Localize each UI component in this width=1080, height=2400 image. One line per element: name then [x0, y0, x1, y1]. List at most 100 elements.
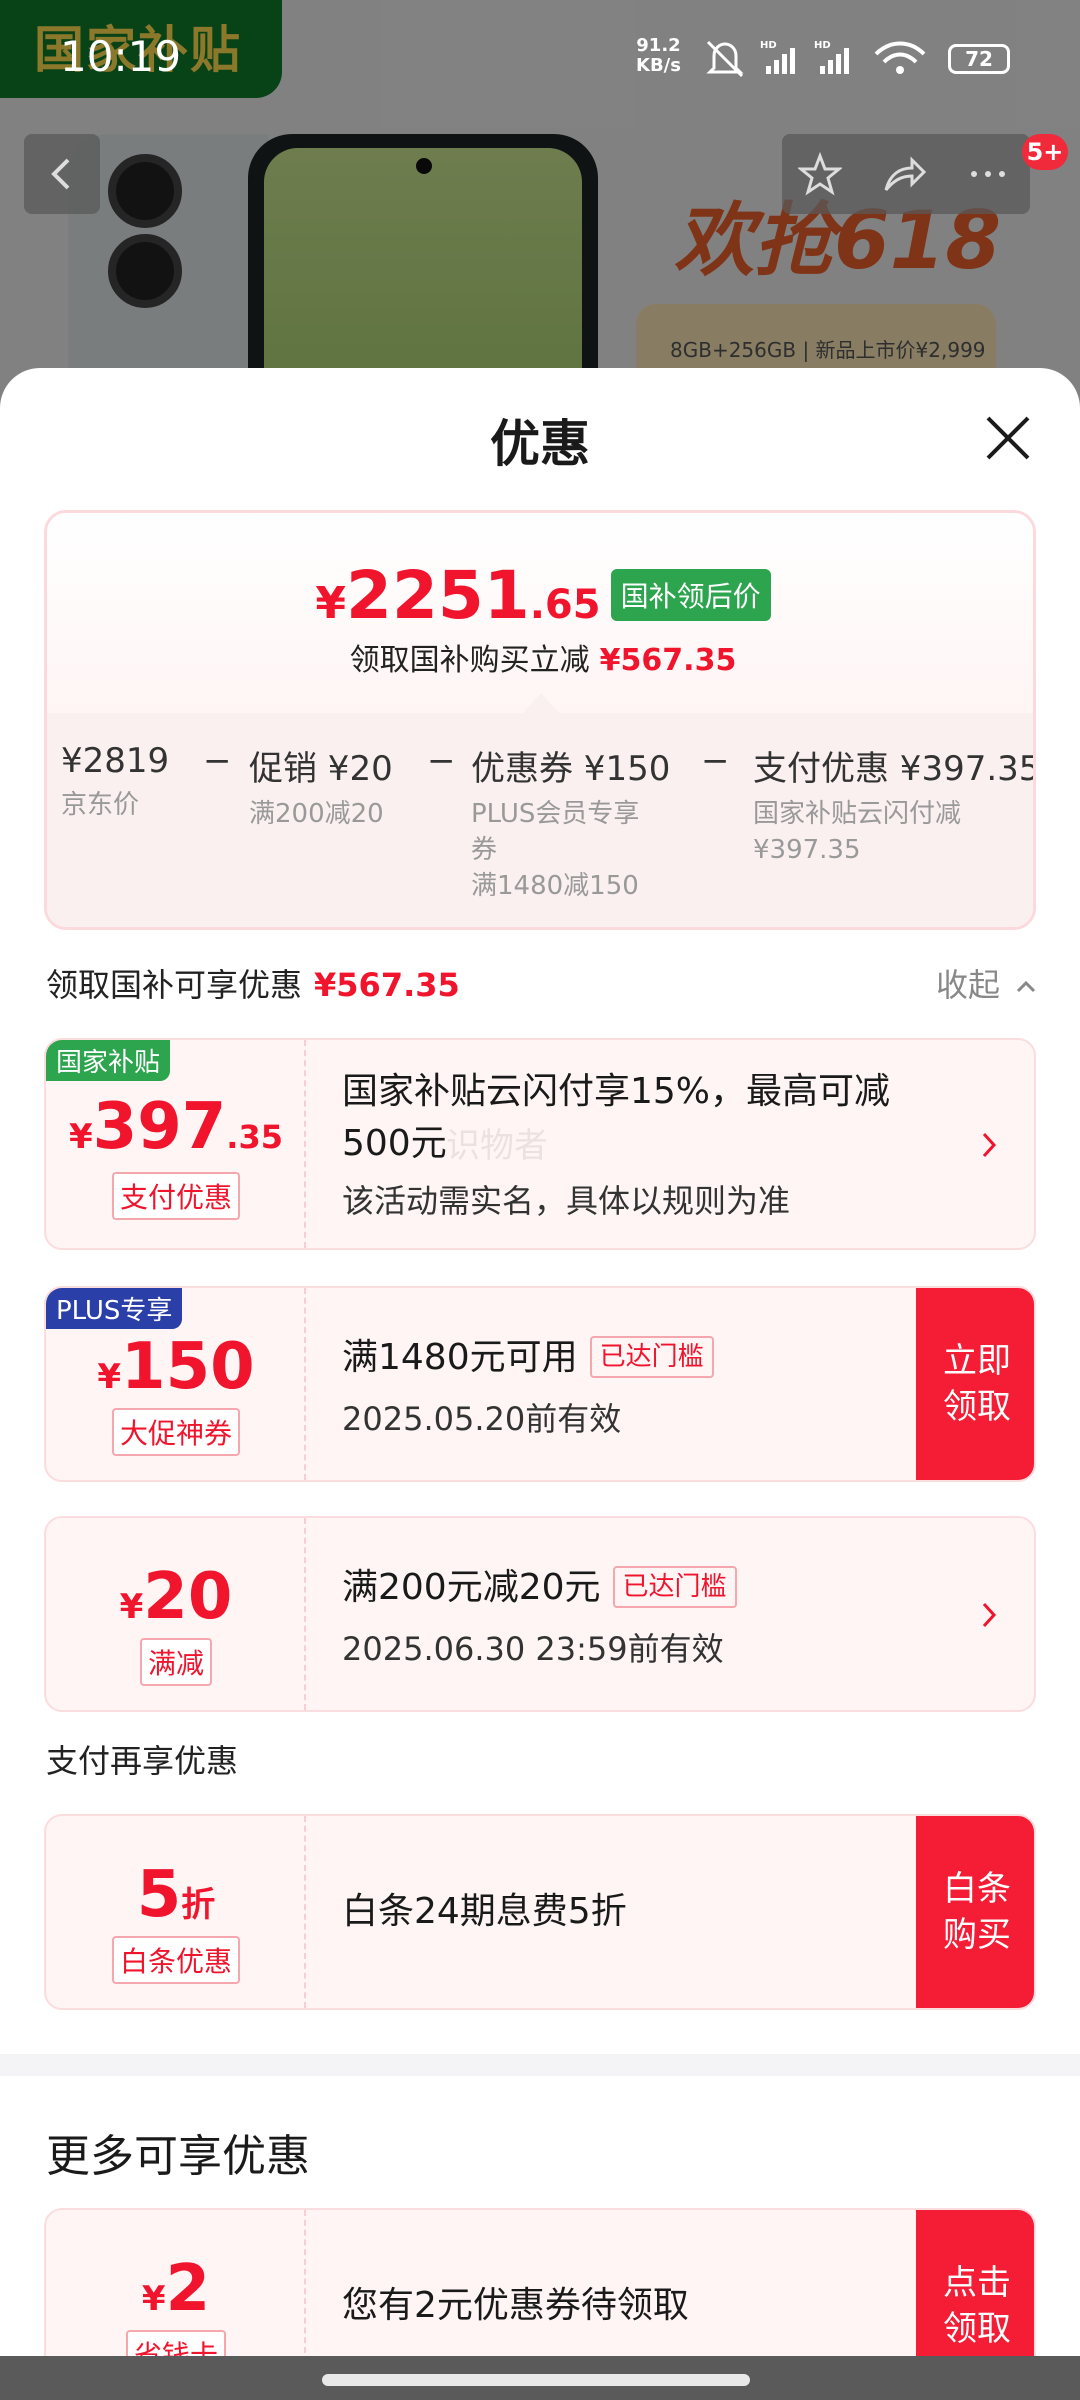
coupon-currency: ¥ — [119, 1587, 144, 1627]
minus-sign: − — [203, 741, 232, 781]
home-indicator[interactable] — [322, 2374, 750, 2386]
close-icon[interactable] — [982, 412, 1034, 464]
network-speed-value: 91.2 — [636, 35, 681, 56]
coupon-description-line: 500元 — [342, 1123, 447, 1164]
cta-line: 购买 — [943, 1915, 1011, 1955]
sheet-title: 优惠 — [490, 415, 590, 473]
coupon-description: 国家补贴云闪付享15%，最高可减 500元 — [342, 1066, 890, 1170]
cta-line: 点击 — [943, 2263, 1011, 2303]
breakdown-sub: PLUS会员专享 券 满1480减150 — [471, 796, 670, 904]
collapse-label: 收起 — [936, 966, 1001, 1004]
coupon-amount-integer: 397 — [92, 1090, 227, 1164]
coupon-amount-integer: 5 — [136, 1858, 182, 1932]
breakdown-coupon: 优惠券 ¥150 PLUS会员专享 券 满1480减150 — [471, 741, 670, 904]
chevron-right-icon[interactable] — [976, 1128, 1002, 1162]
watermark: 识物者 — [446, 1126, 548, 1166]
cta-line: 白条 — [943, 1869, 1011, 1909]
coupon-type-text: 大促神券 — [111, 1408, 240, 1456]
section-label: 支付再享优惠 — [46, 1742, 239, 1780]
coupon-type-text: 支付优惠 — [111, 1172, 240, 1220]
reduction-summary: 领取国补购买立减 ¥567.35 — [47, 635, 1033, 679]
coupon-corner-tag: PLUS专享 — [46, 1288, 183, 1329]
reduction-summary-label: 领取国补购买立减 — [349, 643, 590, 678]
coupon-currency: ¥ — [97, 1357, 122, 1397]
breakdown-jd-price: ¥2819 京东价 — [61, 741, 169, 823]
price-breakdown: ¥2819 京东价 − 促销 ¥20 满200减20 − 优惠券 ¥150 PL… — [47, 713, 1036, 927]
status-icons: 91.2 KB/s HD HD 72 — [636, 32, 1056, 82]
coupon-type-text: 满减 — [139, 1638, 212, 1686]
network-speed-unit: KB/s — [636, 55, 681, 76]
breakdown-sub-line: 券 — [471, 835, 498, 865]
coupon-description-line: 国家补贴云闪付享15%，最高可减 — [342, 1071, 891, 1112]
threshold-met-badge: 已达门槛 — [589, 1336, 714, 1378]
coupon-description: 满1480元可用 已达门槛 — [342, 1332, 714, 1384]
breakdown-title: 支付优惠 ¥397.35 — [753, 749, 1036, 789]
back-button[interactable] — [24, 134, 100, 214]
discount-sheet: 优惠 ¥2251.65 国补领后价 领取国补购买立减 ¥567.35 ¥2819 … — [0, 368, 1080, 2400]
breakdown-sub-line: PLUS会员专享 — [471, 799, 640, 829]
collapse-button[interactable]: 收起 — [936, 960, 1038, 1006]
share-icon[interactable] — [882, 152, 926, 196]
coupon-amount-decimal: .35 — [226, 1118, 283, 1156]
mute-icon — [706, 40, 744, 78]
cart-count-badge: 5+ — [1022, 134, 1068, 170]
coupon-full-reduction[interactable]: ¥20 满减 满200元减20元 已达门槛 2025.06.30 23:59前有效 — [44, 1516, 1036, 1712]
breakdown-title: 促销 ¥20 — [249, 749, 393, 789]
coupon-amount-integer: 150 — [121, 1330, 255, 1404]
top-actions-bar — [782, 134, 1030, 214]
network-speed: 91.2 KB/s — [636, 36, 681, 76]
threshold-met-badge: 已达门槛 — [612, 1566, 737, 1608]
star-icon[interactable] — [798, 152, 842, 196]
breakdown-sub: 满200减20 — [249, 799, 384, 829]
summary-notch — [523, 693, 559, 713]
section-payment-offers: 支付再享优惠 — [46, 1736, 238, 1782]
coupon-currency: ¥ — [141, 2279, 166, 2319]
coupon-amount-integer: 2 — [165, 2252, 211, 2326]
coupon-corner-tag: 国家补贴 — [46, 1040, 171, 1081]
more-icon[interactable] — [966, 152, 1010, 196]
coupon-description-line: 满200元减20元 — [342, 1567, 601, 1608]
chevron-up-icon — [1017, 980, 1036, 993]
claim-coupon-button[interactable]: 立即 领取 — [916, 1288, 1034, 1480]
price-summary-card: ¥2251.65 国补领后价 领取国补购买立减 ¥567.35 ¥2819 京东价… — [44, 510, 1036, 930]
chevron-right-icon[interactable] — [976, 1598, 1002, 1632]
coupon-type-label: 满减 — [46, 1638, 306, 1686]
coupon-description: 白条24期息费5折 — [342, 1891, 627, 1932]
coupon-type-label: 支付优惠 — [46, 1172, 306, 1220]
breakdown-sub-line: ¥397.35 — [753, 835, 861, 865]
signal-icon-1: HD — [760, 40, 795, 74]
coupon-note: 该活动需实名，具体以规则为准 — [342, 1182, 791, 1220]
final-price-integer: 2251 — [346, 557, 530, 634]
coupon-description-line: 满1480元可用 — [342, 1337, 578, 1378]
minus-sign: − — [701, 741, 730, 781]
breakdown-sub: 京东价 — [61, 790, 140, 820]
baitiao-buy-button[interactable]: 白条 购买 — [916, 1816, 1034, 2008]
section-subsidy-offers: 领取国补可享优惠 ¥567.35 — [46, 960, 460, 1006]
coupon-validity: 2025.05.20前有效 — [342, 1400, 622, 1438]
final-price-row: ¥2251.65 国补领后价 — [47, 557, 1033, 634]
section-amount: ¥567.35 — [314, 966, 460, 1004]
coupon-description: 满200元减20元 已达门槛 — [342, 1562, 737, 1614]
status-time: 10:19 — [60, 32, 182, 81]
signal-icon-2: HD — [814, 40, 849, 74]
coupon-validity: 2025.06.30 23:59前有效 — [342, 1630, 724, 1668]
minus-sign: − — [427, 741, 456, 781]
breakdown-sub-line: 国家补贴云闪付减 — [753, 799, 962, 829]
coupon-amount-integer: 20 — [143, 1560, 233, 1634]
wifi-icon — [874, 41, 926, 74]
coupon-type-text: 白条优惠 — [111, 1936, 240, 1984]
coupon-plus-exclusive: PLUS专享 ¥150 大促神券 满1480元可用 已达门槛 2025.05.20… — [44, 1286, 1036, 1482]
coupon-baitiao: 5折 白条优惠 白条24期息费5折 白条 购买 — [44, 1814, 1036, 2010]
svg-text:HD: HD — [814, 40, 831, 51]
chevron-left-icon — [51, 158, 70, 190]
coupon-currency: ¥ — [69, 1117, 93, 1157]
breakdown-sub: 国家补贴云闪付减 ¥397.35 — [753, 796, 1033, 868]
cta-line: 立即 — [943, 1341, 1011, 1381]
reduction-summary-amount: ¥567.35 — [599, 643, 737, 678]
coupon-amount: ¥150 — [46, 1330, 306, 1404]
final-price: ¥2251.65 — [315, 557, 600, 634]
coupon-amount: ¥20 — [46, 1560, 306, 1634]
breakdown-title: 优惠券 ¥150 — [471, 749, 671, 789]
breakdown-payment: 支付优惠 ¥397.35 国家补贴云闪付减 ¥397.35 — [753, 741, 1036, 868]
breakdown-sub-line: 满1480减150 — [471, 871, 639, 901]
